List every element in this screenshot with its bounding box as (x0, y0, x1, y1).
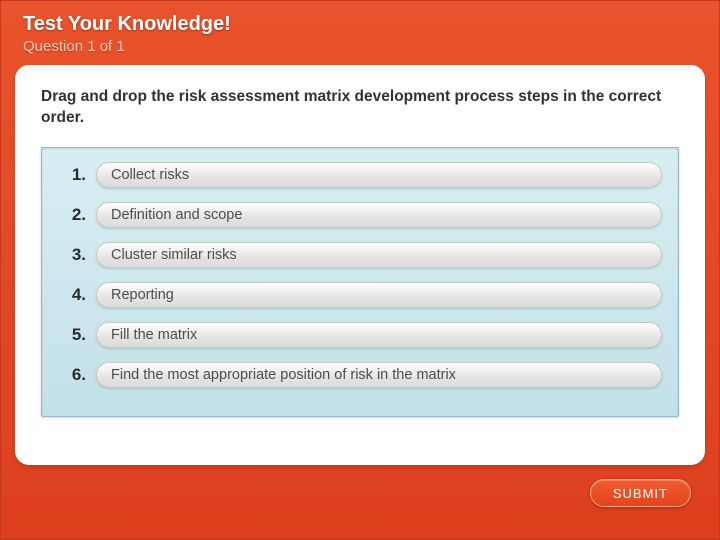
order-row: 5. Fill the matrix (56, 322, 662, 348)
order-number: 1. (56, 165, 86, 185)
draggable-item[interactable]: Reporting (96, 282, 662, 308)
draggable-item[interactable]: Cluster similar risks (96, 242, 662, 268)
question-instruction: Drag and drop the risk assessment matrix… (41, 87, 679, 129)
order-row: 6. Find the most appropriate position of… (56, 362, 662, 388)
draggable-item[interactable]: Definition and scope (96, 202, 662, 228)
order-number: 2. (56, 205, 86, 225)
drag-drop-panel: 1. Collect risks 2. Definition and scope… (41, 147, 679, 417)
quiz-title: Test Your Knowledge! (23, 13, 697, 36)
order-row: 1. Collect risks (56, 162, 662, 188)
order-number: 3. (56, 245, 86, 265)
order-row: 2. Definition and scope (56, 202, 662, 228)
order-row: 4. Reporting (56, 282, 662, 308)
footer: SUBMIT (1, 465, 719, 507)
order-number: 6. (56, 365, 86, 385)
draggable-item[interactable]: Find the most appropriate position of ri… (96, 362, 662, 388)
order-row: 3. Cluster similar risks (56, 242, 662, 268)
draggable-item[interactable]: Fill the matrix (96, 322, 662, 348)
question-card: Drag and drop the risk assessment matrix… (15, 65, 705, 465)
order-number: 5. (56, 325, 86, 345)
draggable-item[interactable]: Collect risks (96, 162, 662, 188)
quiz-header: Test Your Knowledge! Question 1 of 1 (1, 1, 719, 65)
order-number: 4. (56, 285, 86, 305)
submit-button[interactable]: SUBMIT (590, 479, 691, 507)
question-progress: Question 1 of 1 (23, 38, 697, 55)
